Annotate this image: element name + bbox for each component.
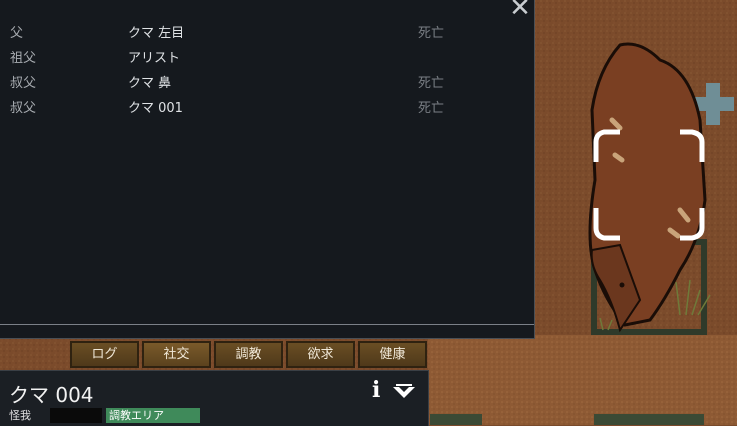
pawn-name: クマ 004 xyxy=(9,383,94,407)
relation-type: 叔父 xyxy=(10,76,37,91)
health-bar xyxy=(50,408,102,423)
relation-row[interactable]: 叔父 クマ 001 死亡 xyxy=(0,97,500,117)
tab-training[interactable]: 調教 xyxy=(214,341,283,368)
area-tag[interactable]: 調教エリア xyxy=(106,408,200,423)
tab-social[interactable]: 社交 xyxy=(142,341,211,368)
close-icon[interactable]: ✕ xyxy=(508,0,532,21)
relations-panel: ✕ 父 クマ 左目 死亡 祖父 アリスト 叔父 クマ 鼻 死亡 叔父 クマ 00… xyxy=(0,0,535,339)
relation-type: 叔父 xyxy=(10,101,37,116)
info-icon[interactable]: i xyxy=(372,379,386,401)
relation-type: 祖父 xyxy=(10,51,37,66)
tab-log[interactable]: ログ xyxy=(70,341,139,368)
relation-status: 死亡 xyxy=(418,76,445,91)
panel-divider xyxy=(0,324,534,325)
relation-type: 父 xyxy=(10,26,24,41)
relation-row[interactable]: 祖父 アリスト xyxy=(0,47,500,67)
relation-name: アリスト xyxy=(128,51,181,66)
health-label: 怪我 xyxy=(9,409,31,422)
tab-health[interactable]: 健康 xyxy=(358,341,427,368)
inspect-pane: クマ 004 i 怪我 調教エリア xyxy=(0,370,429,426)
relation-status: 死亡 xyxy=(418,101,445,116)
relation-name: クマ 001 xyxy=(128,101,183,116)
relation-row[interactable]: 父 クマ 左目 死亡 xyxy=(0,22,500,42)
relation-status: 死亡 xyxy=(418,26,445,41)
tab-needs[interactable]: 欲求 xyxy=(286,341,355,368)
chevron-down-icon[interactable] xyxy=(392,384,416,400)
relation-row[interactable]: 叔父 クマ 鼻 死亡 xyxy=(0,72,500,92)
relation-name: クマ 鼻 xyxy=(128,76,172,91)
relation-name: クマ 左目 xyxy=(128,26,185,41)
